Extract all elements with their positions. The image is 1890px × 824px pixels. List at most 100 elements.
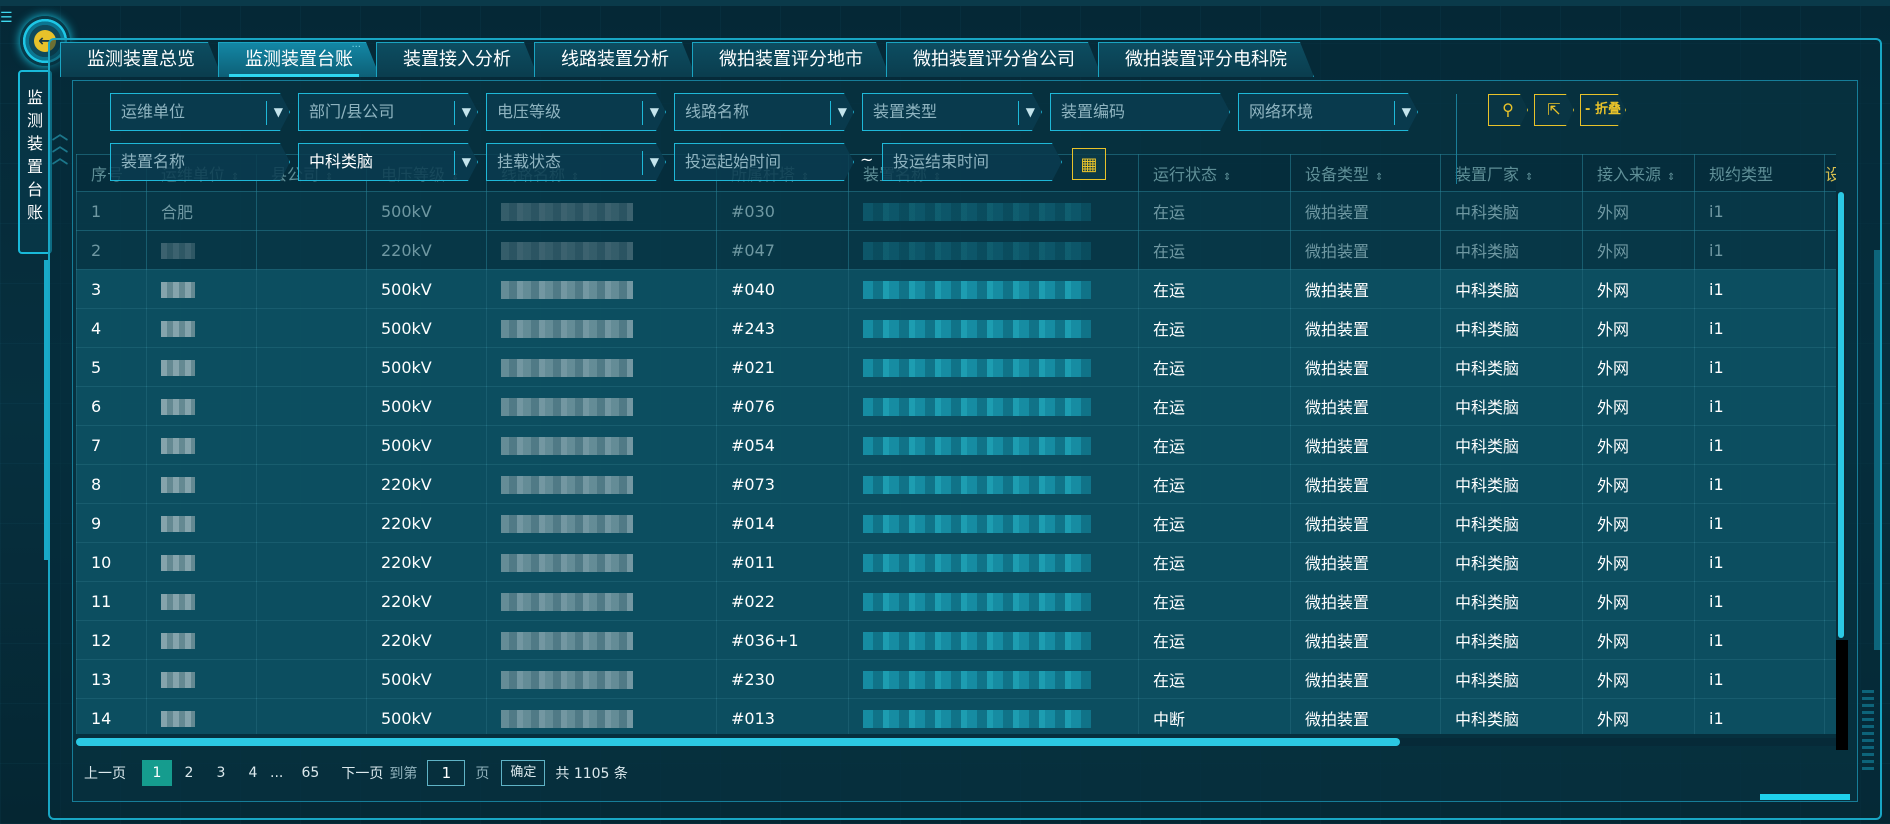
- redacted-text: [863, 553, 1091, 572]
- table-row[interactable]: 6 500kV #076 在运 微拍装置 中科类脑 外网 i1: [76, 386, 1836, 426]
- cell-index: 8: [76, 464, 147, 504]
- cell-vendor: 中科类脑: [1440, 425, 1583, 465]
- network-select[interactable]: 网络环境 ▼: [1238, 93, 1418, 131]
- cell-source: 外网: [1582, 542, 1695, 582]
- dropdown-arrow-icon: ▼: [649, 105, 659, 119]
- table-row[interactable]: 13 500kV #230 在运 微拍装置 中科类脑 外网 i1: [76, 659, 1836, 699]
- col-header[interactable]: 装置厂家 ⇕: [1440, 154, 1583, 192]
- table-row[interactable]: 12 220kV #036+1 在运 微拍装置 中科类脑 外网 i1: [76, 620, 1836, 660]
- placeholder: 运维单位: [121, 102, 186, 121]
- table-row[interactable]: 11 220kV #022 在运 微拍装置 中科类脑 外网 i1: [76, 581, 1836, 621]
- voltage-select[interactable]: 电压等级 ▼: [486, 93, 666, 131]
- next-page-button[interactable]: 下一页: [341, 763, 383, 783]
- cell-device-name: [848, 698, 1139, 734]
- redacted-text: [161, 672, 195, 688]
- sort-icon: ⇕: [1375, 172, 1384, 183]
- dept-select[interactable]: 部门/县公司 ▼: [298, 93, 478, 131]
- page-button[interactable]: 65: [295, 760, 325, 786]
- cell-device-type: 微拍装置: [1290, 464, 1441, 504]
- placeholder: 部门/县公司: [309, 102, 395, 121]
- page-button[interactable]: 2: [174, 760, 204, 786]
- cell-protocol: i1: [1694, 308, 1825, 348]
- table-row[interactable]: 5 500kV #021 在运 微拍装置 中科类脑 外网 i1: [76, 347, 1836, 387]
- fold-button[interactable]: - 折叠: [1580, 94, 1626, 126]
- tab-score-institute[interactable]: 微拍装置评分电科院: [1098, 42, 1314, 77]
- redacted-text: [161, 438, 195, 454]
- device-name-input[interactable]: 装置名称: [110, 143, 290, 181]
- cell-extra: [1824, 308, 1836, 348]
- cell-status: 在运: [1138, 308, 1291, 348]
- table-row[interactable]: 14 500kV #013 中断 微拍装置 中科类脑 外网 i1: [76, 698, 1836, 734]
- cell-device-type: 微拍装置: [1290, 386, 1441, 426]
- cell-vendor: 中科类脑: [1440, 386, 1583, 426]
- tab-line-analysis[interactable]: 线路装置分析: [534, 42, 696, 77]
- line-select[interactable]: 线路名称 ▼: [674, 93, 854, 131]
- cell-extra: [1824, 464, 1836, 504]
- table-row[interactable]: 8 220kV #073 在运 微拍装置 中科类脑 外网 i1: [76, 464, 1836, 504]
- cell-source: 外网: [1582, 620, 1695, 660]
- tab-access-analysis[interactable]: 装置接入分析: [376, 42, 538, 77]
- mount-state-select[interactable]: 挂载状态 ▼: [486, 143, 666, 181]
- menu-icon[interactable]: ☰: [0, 10, 18, 26]
- cell-index: 10: [76, 542, 147, 582]
- cell-device-type: 微拍装置: [1290, 581, 1441, 621]
- cell-county: [256, 503, 367, 543]
- cell-extra: [1824, 503, 1836, 543]
- col-header[interactable]: 接入来源 ⇕: [1582, 154, 1695, 192]
- vertical-scrollbar[interactable]: [1836, 192, 1846, 638]
- page-button[interactable]: 4: [238, 760, 268, 786]
- side-nav-tab[interactable]: 监测装置台账: [18, 70, 52, 254]
- vendor-select[interactable]: 中科类脑 ▼: [298, 143, 478, 181]
- cell-ops-unit: [146, 230, 257, 270]
- table-row[interactable]: 3 500kV #040 在运 微拍装置 中科类脑 外网 i1: [76, 269, 1836, 309]
- cell-line-name: [486, 581, 717, 621]
- cell-voltage: 220kV: [366, 581, 487, 621]
- device-table: 序号 运维单位⇕ 县公司⇕ 电压等级⇕ 线路名称⇕ 所属杆塔⇕ 装置名称⇕ 运行…: [76, 154, 1836, 734]
- goto-label: 到第: [389, 766, 418, 782]
- tab-score-city[interactable]: 微拍装置评分地市: [692, 42, 890, 77]
- search-button[interactable]: ⚲: [1488, 94, 1528, 126]
- cell-extra: [1824, 230, 1836, 270]
- tab-device-ledger[interactable]: 监测装置台账 ···: [218, 42, 380, 77]
- page-button[interactable]: 3: [206, 760, 236, 786]
- col-header[interactable]: 运行状态 ⇕: [1138, 154, 1291, 192]
- table-row[interactable]: 4 500kV #243 在运 微拍装置 中科类脑 外网 i1: [76, 308, 1836, 348]
- horizontal-scrollbar[interactable]: [76, 738, 1836, 746]
- scroll-thumb[interactable]: [1838, 192, 1844, 638]
- redacted-text: [501, 358, 633, 377]
- table-row[interactable]: 7 500kV #054 在运 微拍装置 中科类脑 外网 i1: [76, 425, 1836, 465]
- cell-tower: #014: [716, 503, 849, 543]
- device-code-input[interactable]: 装置编码: [1050, 93, 1230, 131]
- tab-score-province[interactable]: 微拍装置评分省公司: [886, 42, 1102, 77]
- cell-county: [256, 542, 367, 582]
- page-button[interactable]: 1: [142, 760, 172, 786]
- table-row[interactable]: 10 220kV #011 在运 微拍装置 中科类脑 外网 i1: [76, 542, 1836, 582]
- scroll-thumb[interactable]: [76, 738, 1400, 746]
- col-header[interactable]: 规约类型: [1694, 154, 1825, 192]
- table-row[interactable]: 2 220kV #047 在运 微拍装置 中科类脑 外网 i1: [76, 230, 1836, 270]
- redacted-text: [161, 555, 195, 571]
- device-type-select[interactable]: 装置类型 ▼: [862, 93, 1042, 131]
- cell-voltage: 500kV: [366, 659, 487, 699]
- col-header[interactable]: 设备类型 ⇕: [1290, 154, 1441, 192]
- tab-device-overview[interactable]: 监测装置总览: [60, 42, 222, 77]
- total-count: 共 1105 条: [555, 766, 628, 782]
- table-row[interactable]: 9 220kV #014 在运 微拍装置 中科类脑 外网 i1: [76, 503, 1836, 543]
- start-time-input[interactable]: 投运起始时间: [674, 143, 854, 181]
- cell-vendor: 中科类脑: [1440, 503, 1583, 543]
- redacted-text: [501, 592, 633, 611]
- confirm-button[interactable]: 确定: [501, 760, 546, 786]
- cell-source: 外网: [1582, 308, 1695, 348]
- cell-device-type: 微拍装置: [1290, 230, 1441, 270]
- cell-tower: #047: [716, 230, 849, 270]
- table-row[interactable]: 1 合肥 500kV #030 在运 微拍装置 中科类脑 外网 i1: [76, 191, 1836, 231]
- ops-unit-select[interactable]: 运维单位 ▼: [110, 93, 290, 131]
- export-button[interactable]: ⇱: [1534, 94, 1574, 126]
- prev-page-button[interactable]: 上一页: [84, 763, 126, 783]
- cell-index: 6: [76, 386, 147, 426]
- goto-page-input[interactable]: 1: [427, 760, 466, 786]
- end-time-input[interactable]: 投运结束时间: [882, 143, 1062, 181]
- cell-voltage: 220kV: [366, 230, 487, 270]
- calendar-icon[interactable]: ▦: [1072, 148, 1106, 180]
- cell-tower: #022: [716, 581, 849, 621]
